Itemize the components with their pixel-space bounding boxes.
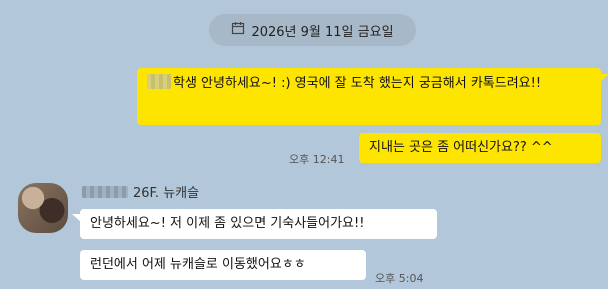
- outgoing-message-bubble[interactable]: 지내는 곳은 좀 어떠신가요?? ^^: [359, 133, 601, 163]
- outgoing-message-bubble[interactable]: 학생 안녕하세요~! :) 영국에 잘 도착 했는지 궁금해서 카톡드려요!!: [137, 68, 601, 125]
- sender-name: 26F. 뉴캐슬: [82, 182, 199, 201]
- date-divider: 2026년 9월 11일 금요일: [209, 14, 416, 46]
- date-label: 2026년 9월 11일 금요일: [251, 24, 394, 40]
- sender-label: 26F. 뉴캐슬: [133, 186, 200, 201]
- calendar-icon: [231, 21, 245, 39]
- incoming-message-bubble[interactable]: 런던에서 어제 뉴캐슬로 이동했어요ㅎㅎ: [80, 250, 366, 280]
- avatar[interactable]: [18, 183, 68, 233]
- redacted-name: [147, 74, 171, 89]
- message-timestamp: 오후 12:41: [289, 153, 345, 166]
- bubble-tail: [600, 74, 608, 82]
- message-text: 런던에서 어제 뉴캐슬로 이동했어요ㅎㅎ: [90, 257, 306, 272]
- message-timestamp: 오후 5:04: [375, 272, 424, 285]
- message-text: 학생 안녕하세요~! :) 영국에 잘 도착 했는지 궁금해서 카톡드려요!!: [173, 76, 542, 91]
- message-text: 안녕하세요~! 저 이제 좀 있으면 기숙사들어가요!!: [90, 216, 365, 231]
- incoming-message-bubble[interactable]: 안녕하세요~! 저 이제 좀 있으면 기숙사들어가요!!: [80, 209, 437, 239]
- redacted-name: [82, 185, 128, 198]
- message-text: 지내는 곳은 좀 어떠신가요?? ^^: [369, 140, 553, 155]
